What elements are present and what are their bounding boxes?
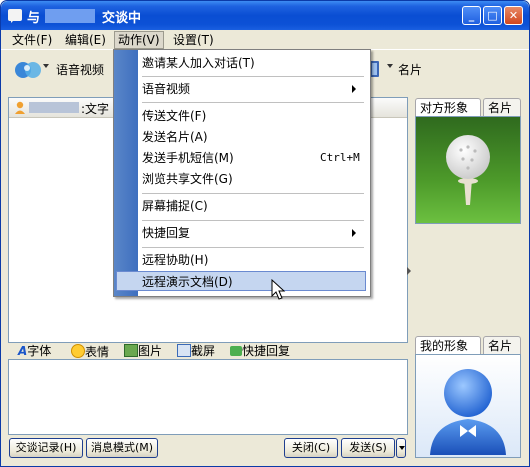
voice-video-dropdown-icon[interactable] [43, 64, 49, 68]
chat-window: 与 交谈中 _ □ ✕ 文件(F) 编辑(E) 动作(V) 设置(T) 语音视频… [0, 0, 530, 467]
chevron-down-icon [399, 446, 405, 450]
mouse-cursor-icon [271, 279, 286, 300]
default-user-avatar [430, 369, 506, 455]
action-menu: 邀请某人加入对话(T) 语音视频 传送文件(F) 发送名片(A) 发送手机短信(… [113, 49, 371, 297]
menu-remote-present[interactable]: 远程演示文档(D) [116, 271, 366, 291]
title-suffix: 交谈中 [102, 11, 142, 26]
user-icon [15, 101, 25, 114]
peer-avatar-image[interactable] [415, 116, 521, 224]
menu-action[interactable]: 动作(V) [114, 31, 164, 49]
menu-settings[interactable]: 设置(T) [170, 32, 217, 48]
quick-reply-icon [230, 346, 242, 356]
panel-splitter[interactable] [406, 97, 413, 302]
menu-invite[interactable]: 邀请某人加入对话(T) [142, 53, 362, 73]
chat-bubble-icon [8, 9, 22, 23]
tab-peer-card[interactable]: 名片 [483, 98, 521, 116]
tab-peer-avatar[interactable]: 对方形象 [415, 98, 481, 128]
title-bar[interactable]: 与 交谈中 _ □ ✕ [1, 1, 529, 30]
history-button[interactable]: 交谈记录(H) [9, 438, 83, 458]
contact-name-redacted [45, 9, 95, 23]
menu-quick-reply[interactable]: 快捷回复 [142, 223, 362, 243]
menu-send-sms[interactable]: 发送手机短信(M) Ctrl+M [142, 148, 362, 168]
font-icon: A [18, 344, 28, 358]
my-avatar-image[interactable] [415, 354, 521, 458]
card-label[interactable]: 名片 [398, 61, 422, 78]
menu-bar: 文件(F) 编辑(E) 动作(V) 设置(T) [1, 30, 529, 49]
close-button[interactable]: 关闭(C) [284, 438, 338, 458]
voice-video-icon[interactable] [13, 58, 43, 82]
message-mode-button[interactable]: 消息模式(M) [86, 438, 158, 458]
menu-separator [142, 102, 364, 103]
expand-arrow-icon[interactable] [407, 267, 411, 275]
maximize-button[interactable]: □ [483, 6, 502, 25]
card-dropdown-icon[interactable] [387, 64, 393, 68]
close-window-button[interactable]: ✕ [504, 6, 523, 25]
minimize-button[interactable]: _ [462, 6, 481, 25]
title-prefix: 与 [27, 11, 41, 26]
message-input[interactable] [8, 359, 408, 435]
contact-name-redacted [29, 102, 79, 113]
send-options-button[interactable] [396, 438, 406, 458]
picture-icon [124, 344, 138, 357]
screenshot-button[interactable]: 截屏 [177, 344, 215, 358]
menu-remote-assist[interactable]: 远程协助(H) [142, 250, 362, 270]
menu-separator [142, 220, 364, 221]
menu-voice-video[interactable]: 语音视频 [142, 79, 362, 99]
quick-reply-button[interactable]: 快捷回复 [230, 344, 290, 358]
picture-button[interactable]: 图片 [124, 344, 162, 358]
send-button[interactable]: 发送(S) [341, 438, 395, 458]
menu-side-strip [114, 50, 138, 296]
menu-screen-capture[interactable]: 屏幕捕捉(C) [142, 196, 362, 216]
menu-separator [142, 247, 364, 248]
golf-ball-avatar [416, 117, 520, 223]
menu-accel-sms: Ctrl+M [320, 151, 360, 164]
format-bar: A字体 表情 图片 截屏 快捷回复 [8, 342, 406, 360]
tab-my-avatar[interactable]: 我的形象 [415, 336, 481, 366]
tab-my-card[interactable]: 名片 [483, 336, 521, 354]
menu-browse-shared[interactable]: 浏览共享文件(G) [142, 169, 362, 189]
peer-avatar-tabs: 对方形象 名片 [415, 98, 521, 128]
submenu-arrow-icon [352, 229, 356, 237]
smiley-icon [71, 344, 85, 358]
voice-video-label[interactable]: 语音视频 [56, 61, 104, 78]
chat-header-label: :文字 [81, 102, 110, 116]
menu-file[interactable]: 文件(F) [9, 32, 55, 48]
menu-separator [142, 76, 364, 77]
menu-separator [142, 193, 364, 194]
emoticon-button[interactable]: 表情 [71, 344, 109, 359]
screenshot-icon [177, 344, 191, 357]
menu-send-card[interactable]: 发送名片(A) [142, 127, 362, 147]
menu-edit[interactable]: 编辑(E) [62, 32, 109, 48]
font-button[interactable]: A字体 [18, 344, 51, 358]
menu-send-file[interactable]: 传送文件(F) [142, 106, 362, 126]
my-avatar-tabs: 我的形象 名片 [415, 336, 521, 366]
submenu-arrow-icon [352, 85, 356, 93]
